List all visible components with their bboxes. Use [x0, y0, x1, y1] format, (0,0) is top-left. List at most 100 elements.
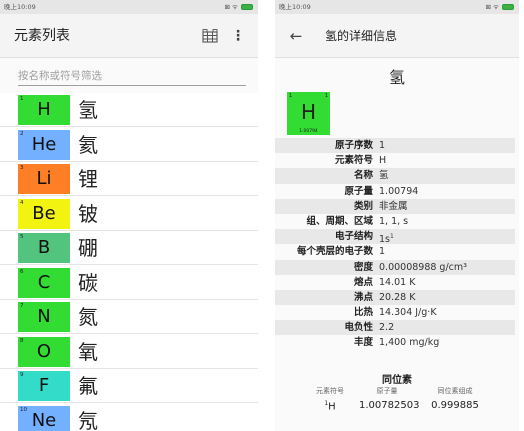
element-row[interactable]: 7N 氮: [0, 300, 258, 334]
tile-symbol: H: [300, 100, 317, 124]
isotope-header-composition: 同位素组成: [437, 387, 473, 395]
element-name: 氮: [78, 305, 98, 329]
element-list: 1 H 氢 2 He 氦 3 Li 锂 4 Be 铍 5 B 硼 6 C 碳 7 N 氮 8 O 氧 9 F 氟 10 Ne 氖: [0, 93, 258, 431]
property-row: 名称氢: [275, 168, 515, 184]
filter-bar: [0, 58, 258, 90]
isotope-row: 1H 1.00782503 0.999885: [275, 400, 519, 415]
element-row[interactable]: 9F 氟: [0, 369, 258, 403]
isotope-symbol: 1H: [324, 400, 336, 413]
property-label: 组、周期、区域: [306, 215, 373, 227]
element-symbol: H: [37, 99, 51, 120]
element-name: 锂: [78, 167, 98, 191]
property-label: 熔点: [353, 276, 373, 288]
property-value: 20.28 K: [379, 291, 416, 303]
overflow-menu-icon[interactable]: ⋮: [228, 14, 248, 58]
element-row[interactable]: 1H 氢: [0, 93, 258, 127]
element-symbol: Li: [36, 168, 52, 189]
property-value: 2.2: [379, 322, 395, 334]
element-tile: 6C: [18, 267, 70, 298]
element-tile: 3 Li: [18, 164, 70, 194]
battery-icon: [241, 4, 253, 10]
element-name: 氟: [78, 374, 98, 398]
element-symbol: O: [36, 340, 52, 362]
property-value: H: [379, 155, 387, 167]
property-label: 电子结构: [334, 231, 373, 243]
property-row: 密度 0.00008988 g/cm³: [275, 259, 515, 275]
properties-table: 原子序数 1 元素符号 H 名称氢原子量 1.00794 类别 非金属 组、周期、区域 1, 1,…: [275, 138, 515, 351]
property-label: 沸点: [353, 291, 373, 303]
element-tile: 5B: [18, 233, 70, 263]
property-value: 1: [379, 140, 386, 151]
property-value: 1.00794: [379, 185, 419, 197]
element-row[interactable]: 2 He 氦: [0, 128, 258, 162]
element-symbol: F: [38, 375, 50, 396]
back-arrow-icon[interactable]: ←: [283, 14, 309, 58]
element-name-heading: 氢: [388, 68, 405, 87]
isotopes-header: 元素符号 原子量 同位素组成: [275, 386, 519, 397]
status-time: 晚上10:09: [4, 3, 36, 11]
property-label: 类别: [353, 200, 373, 212]
tile-atomic-mass: 1.00794: [299, 129, 318, 134]
tile-valence: 1: [324, 93, 328, 99]
detail-body: 氢 1 1 H 1.00794 原子序数 1 元素符号 H 名称氢原子量 1.00794 类…: [275, 58, 519, 431]
isotopes-title: 同位素: [382, 375, 412, 386]
property-value: 14.01 K: [379, 276, 416, 288]
property-label: 元素符号: [334, 155, 373, 167]
element-name: 氖: [78, 408, 98, 431]
status-icons: ⊠ ᯤ: [224, 3, 238, 11]
element-symbol: B: [37, 237, 51, 258]
element-name: 氢: [78, 98, 98, 122]
property-label: 名称: [353, 170, 373, 182]
element-row[interactable]: 6C 碳: [0, 266, 258, 300]
element-symbol: He: [31, 133, 57, 155]
element-tile: 4 Be: [18, 198, 70, 229]
element-name: 氦: [78, 132, 98, 157]
element-tile: 9F: [18, 371, 70, 401]
property-value: 非金属: [379, 200, 408, 212]
property-label: 比热: [353, 307, 373, 319]
element-tile: 10 Ne: [18, 405, 70, 431]
element-symbol: C: [37, 271, 51, 293]
page-title: 氢的详细信息: [325, 29, 398, 43]
element-name: 碳: [78, 270, 98, 295]
element-row[interactable]: 10 Ne 氖: [0, 404, 258, 431]
element-row[interactable]: 8O 氧: [0, 335, 258, 369]
element-symbol: Ne: [31, 409, 57, 431]
element-row[interactable]: 3 Li 锂: [0, 162, 258, 196]
tile-atomic-number: 1: [289, 93, 293, 99]
isotope-header-symbol: 元素符号: [316, 387, 344, 395]
property-row: 电负性 2.2: [275, 320, 515, 336]
property-label: 丰度: [353, 337, 373, 349]
property-value: 1,400 mg/kg: [379, 337, 440, 349]
property-label: 每个壳层的电子数: [296, 246, 373, 258]
element-symbol: Be: [32, 202, 56, 224]
property-value: 1: [379, 246, 386, 258]
filter-input[interactable]: [18, 66, 246, 86]
battery-icon: [502, 4, 514, 10]
property-value: 氢: [379, 170, 389, 182]
property-row: 熔点 14.01 K: [275, 275, 515, 290]
property-row: 原子序数 1: [275, 138, 515, 154]
property-row: 丰度 1,400 mg/kg: [275, 335, 515, 350]
page-title: 元素列表: [14, 28, 70, 44]
property-row: 元素符号 H: [275, 153, 515, 168]
app-bar: 元素列表 ⋮: [0, 14, 258, 58]
element-tile: 1H: [18, 95, 70, 125]
periodic-table-icon[interactable]: [196, 14, 224, 58]
element-tile: 1 1 H 1.00794: [287, 92, 330, 135]
element-row[interactable]: 5B 硼: [0, 231, 258, 265]
property-label: 电负性: [344, 322, 373, 334]
property-label: 原子序数: [334, 140, 373, 151]
element-row[interactable]: 4 Be 铍: [0, 197, 258, 231]
property-row: 每个壳层的电子数 1: [275, 244, 515, 259]
app-bar: ← 氢的详细信息: [275, 14, 519, 58]
element-name: 氧: [78, 339, 98, 364]
property-row: 电子结构 1s1: [275, 229, 515, 245]
property-value: 1, 1, s: [379, 215, 409, 227]
status-bar: 晚上10:09 ⊠ ᯤ: [0, 0, 258, 14]
property-row: 沸点 20.28 K: [275, 289, 515, 306]
property-value: 0.00008988 g/cm³: [379, 261, 467, 273]
property-value: 14.304 J/g·K: [379, 307, 437, 319]
isotope-mass: 1.00782503: [359, 400, 420, 411]
property-label: 原子量: [344, 185, 373, 197]
